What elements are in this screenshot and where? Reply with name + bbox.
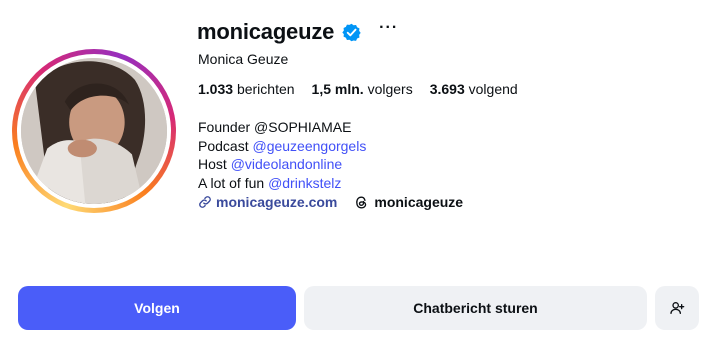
stat-followers-label: volgers: [367, 81, 413, 97]
bio-text: A lot of fun: [198, 174, 269, 191]
bio-text: Host: [198, 156, 231, 172]
bio-text: Founder @SOPHIAMAE: [198, 119, 352, 135]
suggested-accounts-button[interactable]: [655, 286, 699, 330]
profile-avatar-ring[interactable]: [12, 49, 176, 213]
threads-icon: [356, 195, 367, 209]
stat-posts: 1.033 berichten: [198, 81, 295, 97]
stat-followers-value: 1,5 mln.: [311, 81, 364, 97]
avatar-gap: [17, 54, 171, 208]
threads-link[interactable]: monicageuze: [354, 194, 463, 210]
message-button[interactable]: Chatbericht sturen: [304, 286, 647, 330]
follow-button[interactable]: Volgen: [18, 286, 296, 330]
bio-mention-link[interactable]: @geuzeengorgels: [252, 138, 366, 154]
bio-mention-link[interactable]: @videolandonline: [231, 156, 343, 172]
avatar[interactable]: [21, 58, 167, 204]
bio-text: Podcast: [198, 137, 253, 154]
stat-following[interactable]: 3.693 volgend: [430, 81, 518, 97]
bio-mention-link[interactable]: @drinkstelz: [268, 175, 341, 191]
verified-badge-icon: [342, 23, 361, 42]
username: monicageuze: [197, 19, 335, 44]
more-options-icon[interactable]: ···: [379, 20, 398, 44]
stat-posts-value: 1.033: [198, 81, 234, 97]
link-icon: [199, 196, 211, 208]
profile-links: monicageuze.com monicageuze: [198, 194, 463, 210]
bio: Founder @SOPHIAMAE Podcast @geuzeengorge…: [198, 118, 366, 192]
website-link-text: monicageuze.com: [216, 194, 338, 210]
website-link[interactable]: monicageuze.com: [198, 194, 337, 210]
username-row: monicageuze ···: [197, 16, 398, 48]
bio-line: Podcast @geuzeengorgels: [198, 137, 366, 156]
avatar-photo: [21, 58, 167, 204]
stat-posts-label: berichten: [236, 81, 295, 97]
bio-line: A lot of fun @drinkstelz: [198, 174, 366, 193]
stat-following-label: volgend: [468, 81, 518, 97]
stat-following-value: 3.693: [429, 81, 465, 97]
bio-line: Founder @SOPHIAMAE: [198, 118, 366, 137]
threads-link-text: monicageuze: [374, 194, 464, 210]
bio-line: Host @videolandonline: [198, 155, 366, 174]
profile-stats: 1.033 berichten 1,5 mln. volgers 3.693 v…: [198, 81, 535, 97]
stat-followers[interactable]: 1,5 mln. volgers: [312, 81, 413, 97]
add-person-icon: [670, 302, 685, 314]
full-name: Monica Geuze: [198, 51, 289, 67]
